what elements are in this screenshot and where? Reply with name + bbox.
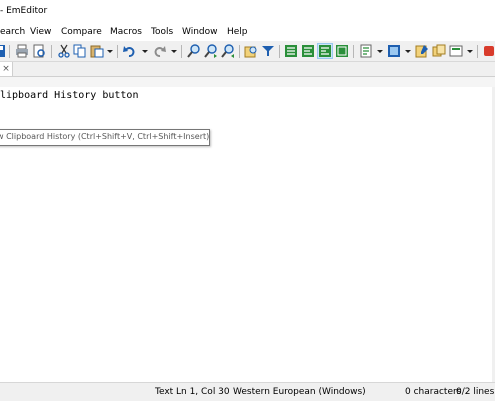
marker-icon[interactable]	[387, 44, 401, 58]
menu-window[interactable]: Window	[182, 27, 218, 37]
menu-help[interactable]: Help	[227, 27, 248, 37]
wrap-by-chars-icon[interactable]	[301, 44, 315, 58]
status-characters: 0 characters	[405, 387, 462, 397]
wrap-none-icon[interactable]	[284, 44, 298, 58]
tab-close-icon[interactable]: ×	[2, 64, 10, 74]
menu-tools[interactable]: Tools	[151, 27, 173, 37]
copy-icon[interactable]	[73, 44, 87, 58]
cut-icon[interactable]	[57, 44, 71, 58]
toolbar-separator	[353, 45, 354, 58]
toolbar-separator	[239, 45, 240, 58]
marker-dropdown-icon[interactable]	[405, 50, 411, 53]
wrap-by-window-icon[interactable]	[317, 43, 333, 59]
wrap-by-page-icon[interactable]	[335, 44, 349, 58]
status-bar: Text Ln 1, Col 30 Western European (Wind…	[0, 382, 495, 401]
toolbar-separator	[51, 45, 52, 58]
tooltip: w Clipboard History (Ctrl+Shift+V, Ctrl+…	[0, 129, 210, 146]
toolbar-separator	[477, 45, 478, 58]
menu-bar: earch View Compare Macros Tools Window H…	[0, 23, 495, 42]
redo-dropdown-icon[interactable]	[171, 50, 177, 53]
status-position[interactable]: Ln 1, Col 30	[176, 387, 230, 397]
tab-bar: ×	[0, 62, 495, 76]
undo-dropdown-icon[interactable]	[142, 50, 148, 53]
print-icon[interactable]	[15, 44, 29, 58]
find-next-icon[interactable]	[204, 44, 218, 58]
macro-icon[interactable]	[449, 44, 463, 58]
status-lines: 0/2 lines	[456, 387, 495, 397]
properties-icon[interactable]	[359, 44, 373, 58]
toolbar-separator	[181, 45, 182, 58]
menu-macros[interactable]: Macros	[110, 27, 142, 37]
find-previous-icon[interactable]	[221, 44, 235, 58]
paste-dropdown-icon[interactable]	[107, 50, 113, 53]
redo-icon[interactable]	[152, 44, 166, 58]
paste-icon[interactable]	[90, 44, 104, 58]
menu-compare[interactable]: Compare	[61, 27, 102, 37]
menu-view[interactable]: View	[30, 27, 51, 37]
save-icon[interactable]	[0, 44, 6, 58]
toolbar-separator	[279, 45, 280, 58]
clipboard-history-icon[interactable]	[415, 44, 429, 58]
tooltip-text: w Clipboard History (Ctrl+Shift+V, Ctrl+…	[0, 132, 210, 141]
window-title: - EmEditor	[0, 6, 48, 16]
toolbar-separator	[117, 45, 118, 58]
print-preview-icon[interactable]	[32, 44, 46, 58]
toolbar	[0, 41, 495, 62]
outline-icon[interactable]	[432, 44, 446, 58]
find-icon[interactable]	[187, 44, 201, 58]
document-tab[interactable]: ×	[0, 62, 13, 76]
find-in-files-icon[interactable]	[244, 44, 258, 58]
status-mode[interactable]: Text	[155, 387, 173, 397]
filter-icon[interactable]	[261, 44, 275, 58]
macro-dropdown-icon[interactable]	[467, 50, 473, 53]
toolbar-separator	[9, 45, 10, 58]
menu-search[interactable]: earch	[0, 27, 25, 37]
properties-dropdown-icon[interactable]	[377, 50, 383, 53]
undo-icon[interactable]	[123, 44, 137, 58]
editor-line-1: lipboard History button	[0, 90, 139, 101]
status-encoding[interactable]: Western European (Windows)	[233, 387, 366, 397]
record-icon[interactable]	[482, 44, 495, 58]
title-bar: - EmEditor	[0, 0, 495, 23]
